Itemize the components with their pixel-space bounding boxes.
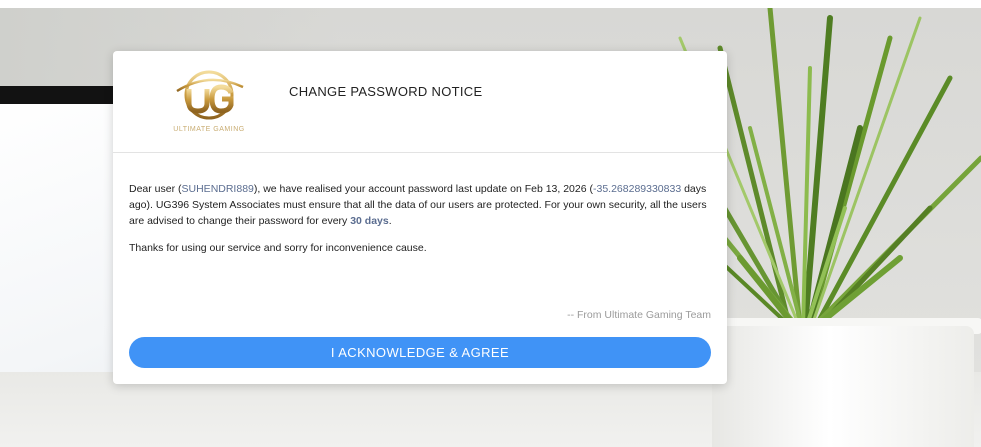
message-paragraph-1: Dear user (SUHENDRI889), we have realise…	[129, 181, 713, 229]
dialog-header: ULTIMATE GAMING CHANGE PASSWORD NOTICE	[113, 51, 727, 153]
page: ULTIMATE GAMING CHANGE PASSWORD NOTICE D…	[0, 0, 981, 447]
ultimate-gaming-logo: ULTIMATE GAMING	[165, 65, 253, 135]
password-interval: 30 days	[350, 215, 389, 227]
ug-logo-icon	[176, 70, 244, 120]
logo-caption: ULTIMATE GAMING	[173, 126, 245, 133]
dialog-message: Dear user (SUHENDRI889), we have realise…	[129, 181, 713, 256]
dialog-title: CHANGE PASSWORD NOTICE	[289, 84, 483, 99]
message-paragraph-2: Thanks for using our service and sorry f…	[129, 242, 427, 254]
message-text: .	[388, 215, 392, 227]
team-signature: -- From Ultimate Gaming Team	[567, 309, 711, 321]
username: SUHENDRI889	[181, 183, 254, 195]
message-text: Dear user (	[129, 183, 182, 195]
background-pot	[712, 326, 974, 447]
message-text: ), we have realised your account passwor…	[253, 183, 593, 195]
top-strip	[0, 0, 981, 8]
change-password-dialog: ULTIMATE GAMING CHANGE PASSWORD NOTICE D…	[113, 51, 727, 384]
days-ago-value: -35.268289330833	[593, 183, 682, 195]
acknowledge-agree-button[interactable]: I ACKNOWLEDGE & AGREE	[129, 337, 711, 368]
